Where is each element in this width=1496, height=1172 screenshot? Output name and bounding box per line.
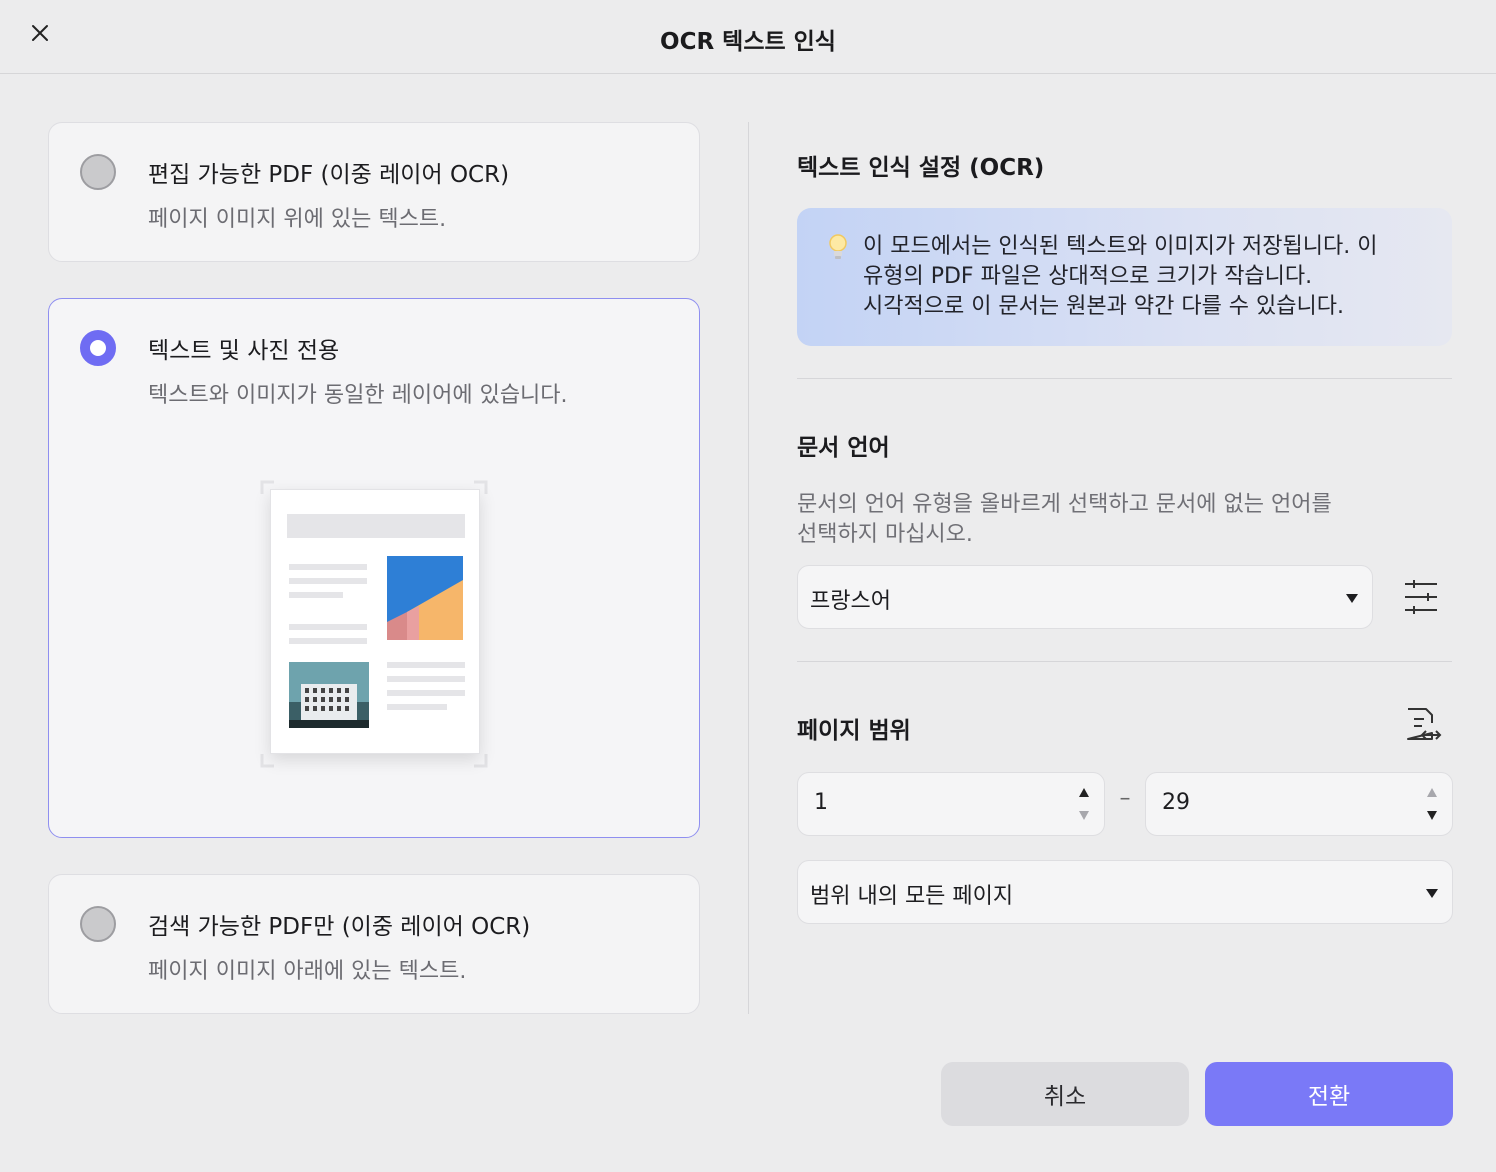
radio-searchable-pdf[interactable]: [80, 906, 116, 942]
document-illustration: [254, 474, 494, 774]
settings-title: 텍스트 인식 설정 (OCR): [797, 155, 1045, 181]
radio-editable-pdf[interactable]: [80, 154, 116, 190]
option-title: 편집 가능한 PDF (이중 레이어 OCR): [148, 162, 510, 188]
option-description: 텍스트와 이미지가 동일한 레이어에 있습니다.: [148, 383, 568, 408]
language-help: 문서의 언어 유형을 올바르게 선택하고 문서에 없는 언어를 선택하지 마십시…: [797, 492, 1332, 547]
option-title: 텍스트 및 사진 전용: [148, 338, 340, 364]
option-description: 페이지 이미지 아래에 있는 텍스트.: [148, 959, 467, 984]
dialog-title: OCR 텍스트 인식: [660, 29, 836, 55]
language-settings-icon[interactable]: [1402, 578, 1440, 616]
chevron-down-icon: [1346, 594, 1358, 603]
option-description: 페이지 이미지 위에 있는 텍스트.: [148, 207, 447, 232]
range-separator: –: [1119, 786, 1131, 811]
page-to-value: 29: [1162, 790, 1190, 815]
page-swap-icon[interactable]: [1402, 705, 1442, 745]
document-page: [270, 489, 480, 754]
title-bar: OCR 텍스트 인식: [0, 0, 1496, 74]
divider: [797, 661, 1452, 662]
page-from-input[interactable]: 1: [797, 772, 1105, 836]
chevron-down-icon: [1426, 889, 1438, 898]
option-editable-pdf[interactable]: 편집 가능한 PDF (이중 레이어 OCR) 페이지 이미지 위에 있는 텍스…: [48, 122, 700, 262]
option-text-and-image[interactable]: 텍스트 및 사진 전용 텍스트와 이미지가 동일한 레이어에 있습니다.: [48, 298, 700, 838]
language-title: 문서 언어: [797, 435, 890, 461]
convert-button[interactable]: 전환: [1205, 1062, 1453, 1126]
building-photo-icon: [289, 662, 369, 728]
page-from-value: 1: [814, 790, 828, 815]
page-range-select[interactable]: 범위 내의 모든 페이지: [797, 860, 1453, 924]
stepper-down-icon[interactable]: [1079, 811, 1089, 820]
page-range-title: 페이지 범위: [797, 718, 911, 744]
info-text: 이 모드에서는 인식된 텍스트와 이미지가 저장됩니다. 이 유형의 PDF 파…: [863, 234, 1378, 319]
stepper-down-icon[interactable]: [1427, 811, 1437, 820]
stepper-up-icon[interactable]: [1427, 788, 1437, 797]
option-title: 검색 가능한 PDF만 (이중 레이어 OCR): [148, 914, 531, 940]
panel-divider: [748, 122, 749, 1014]
page-range-select-value: 범위 내의 모든 페이지: [810, 884, 1014, 909]
language-select[interactable]: 프랑스어: [797, 565, 1373, 629]
cancel-button[interactable]: 취소: [941, 1062, 1189, 1126]
language-select-value: 프랑스어: [810, 589, 891, 614]
photo-icon: [387, 556, 463, 640]
page-to-input[interactable]: 29: [1145, 772, 1453, 836]
radio-text-and-image[interactable]: [80, 330, 116, 366]
divider: [797, 378, 1452, 379]
lightbulb-icon: [829, 234, 847, 259]
info-box: 이 모드에서는 인식된 텍스트와 이미지가 저장됩니다. 이 유형의 PDF 파…: [797, 208, 1452, 346]
stepper-up-icon[interactable]: [1079, 788, 1089, 797]
option-searchable-pdf[interactable]: 검색 가능한 PDF만 (이중 레이어 OCR) 페이지 이미지 아래에 있는 …: [48, 874, 700, 1014]
